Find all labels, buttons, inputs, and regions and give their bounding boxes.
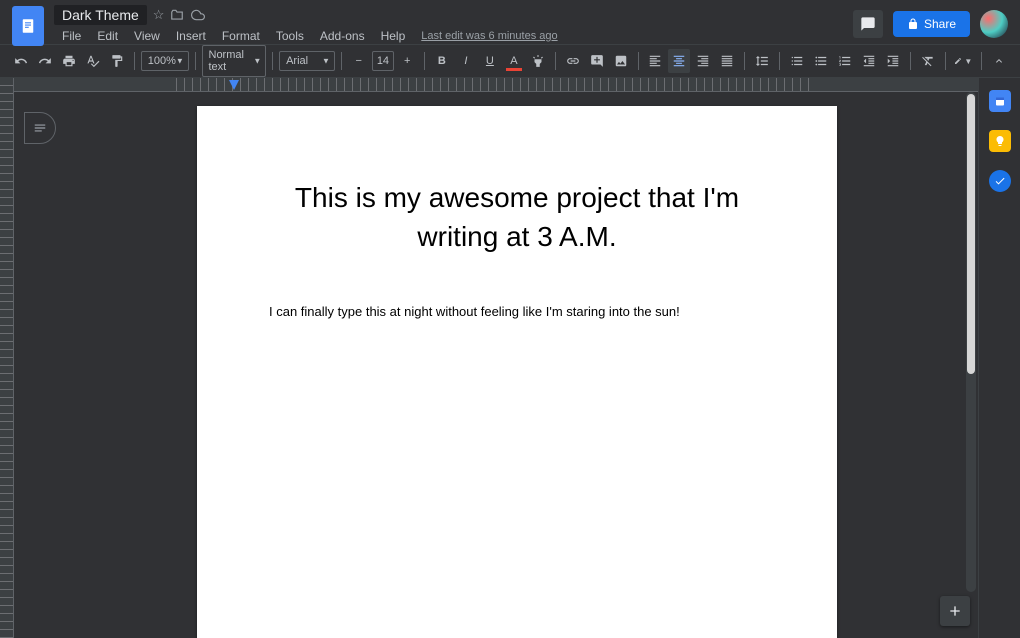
move-icon[interactable] <box>170 8 184 22</box>
editing-mode-button[interactable]: ▼ <box>951 49 975 73</box>
tasks-icon[interactable] <box>989 170 1011 192</box>
horizontal-ruler <box>14 78 1020 92</box>
document-paragraph[interactable]: I can finally type this at night without… <box>269 304 765 319</box>
share-label: Share <box>924 17 956 31</box>
explore-button[interactable] <box>940 596 970 626</box>
decrease-indent-button[interactable] <box>858 49 880 73</box>
cloud-status-icon[interactable] <box>190 8 206 22</box>
insert-link-button[interactable] <box>562 49 584 73</box>
text-color-button[interactable]: A <box>503 49 525 73</box>
scrollbar[interactable] <box>966 92 976 592</box>
side-panel <box>978 78 1020 638</box>
menu-edit[interactable]: Edit <box>89 27 126 45</box>
insert-comment-button[interactable] <box>586 49 608 73</box>
spellcheck-button[interactable] <box>82 49 104 73</box>
print-button[interactable] <box>58 49 80 73</box>
numbered-list-button[interactable] <box>834 49 856 73</box>
redo-button[interactable] <box>34 49 56 73</box>
outline-toggle-button[interactable] <box>24 112 56 144</box>
align-justify-button[interactable] <box>716 49 738 73</box>
toolbar: 100%▼ Normal text▼ Arial▼ − 14 + B I U A… <box>0 44 1020 78</box>
font-size-input[interactable]: 14 <box>372 51 394 71</box>
zoom-select[interactable]: 100%▼ <box>141 51 189 71</box>
underline-button[interactable]: U <box>479 49 501 73</box>
clear-formatting-button[interactable] <box>917 49 939 73</box>
menu-format[interactable]: Format <box>214 27 268 45</box>
calendar-icon[interactable] <box>989 90 1011 112</box>
increase-indent-button[interactable] <box>882 49 904 73</box>
hide-menus-button[interactable] <box>988 49 1010 73</box>
bulleted-list-button[interactable] <box>810 49 832 73</box>
account-avatar[interactable] <box>980 10 1008 38</box>
menu-help[interactable]: Help <box>373 27 414 45</box>
paint-format-button[interactable] <box>106 49 128 73</box>
docs-logo[interactable] <box>12 6 44 46</box>
italic-button[interactable]: I <box>455 49 477 73</box>
align-left-button[interactable] <box>644 49 666 73</box>
document-title[interactable]: Dark Theme <box>54 5 147 25</box>
menu-file[interactable]: File <box>54 27 89 45</box>
share-button[interactable]: Share <box>893 11 970 37</box>
font-family-select[interactable]: Arial▼ <box>279 51 335 71</box>
checklist-button[interactable] <box>786 49 808 73</box>
last-edit-link[interactable]: Last edit was 6 minutes ago <box>421 30 557 42</box>
bold-button[interactable]: B <box>431 49 453 73</box>
insert-image-button[interactable] <box>610 49 632 73</box>
menu-insert[interactable]: Insert <box>168 27 214 45</box>
star-icon[interactable]: ☆ <box>153 7 165 23</box>
highlight-color-button[interactable] <box>527 49 549 73</box>
scrollbar-thumb[interactable] <box>967 94 975 374</box>
keep-icon[interactable] <box>989 130 1011 152</box>
menu-view[interactable]: View <box>126 27 168 45</box>
document-page[interactable]: This is my awesome project that I'm writ… <box>197 106 837 638</box>
document-heading[interactable]: This is my awesome project that I'm writ… <box>269 178 765 256</box>
align-right-button[interactable] <box>692 49 714 73</box>
font-size-decrease[interactable]: − <box>348 49 370 73</box>
menu-tools[interactable]: Tools <box>268 27 312 45</box>
line-spacing-button[interactable] <box>751 49 773 73</box>
vertical-ruler <box>0 78 14 638</box>
comments-button[interactable] <box>853 10 883 38</box>
align-center-button[interactable] <box>668 49 690 73</box>
font-size-increase[interactable]: + <box>396 49 418 73</box>
paragraph-style-select[interactable]: Normal text▼ <box>202 45 267 77</box>
undo-button[interactable] <box>10 49 32 73</box>
menu-addons[interactable]: Add-ons <box>312 27 373 45</box>
